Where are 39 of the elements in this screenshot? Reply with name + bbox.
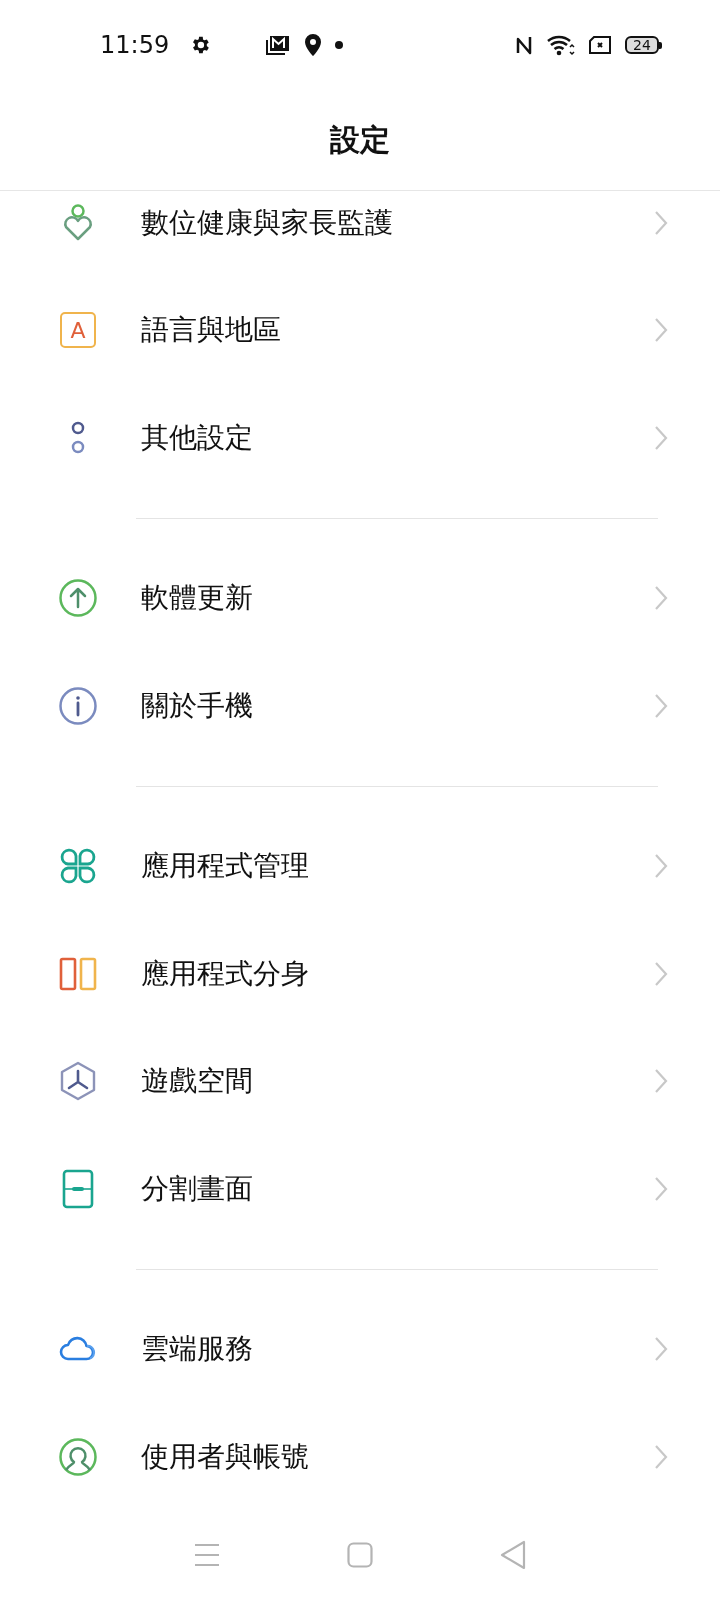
chevron-icon — [654, 1336, 668, 1363]
mail-icon — [265, 34, 292, 56]
chevron-icon — [654, 1443, 668, 1470]
chevron-icon — [654, 209, 668, 236]
chevron-icon — [654, 960, 668, 987]
settings-item[interactable]: 軟體更新 — [0, 544, 720, 652]
chevron-icon — [654, 1068, 668, 1095]
back-icon[interactable] — [500, 1540, 527, 1570]
settings-item[interactable]: 應用程式分身 — [0, 920, 720, 1028]
chevron-icon — [654, 317, 668, 344]
info-icon — [58, 685, 98, 726]
status-time: 11:59 — [100, 31, 170, 59]
upload-icon — [58, 578, 98, 619]
dot-icon — [335, 41, 344, 49]
settings-item[interactable]: 關於手機 — [0, 652, 720, 760]
chevron-icon — [654, 424, 668, 451]
chevron-icon — [654, 853, 668, 880]
settings-item[interactable]: 應用程式管理 — [0, 812, 720, 920]
settings-item[interactable]: 其他設定 — [0, 384, 720, 492]
hexagon-icon — [58, 1061, 98, 1102]
menu-icon[interactable] — [193, 1543, 220, 1567]
wifi-icon — [547, 34, 575, 56]
battery-icon: 24 — [625, 36, 662, 54]
settings-item[interactable]: 使用者與帳號 — [0, 1403, 720, 1510]
settings-item[interactable]: 遊戲空間 — [0, 1027, 720, 1135]
sim-icon — [589, 36, 611, 54]
user-icon — [58, 1436, 98, 1477]
settings-item[interactable]: A 語言與地區 — [0, 276, 720, 384]
chevron-icon — [654, 585, 668, 612]
nfc-icon — [515, 34, 533, 56]
settings-item[interactable]: 數位健康與家長監護 — [0, 191, 720, 277]
settings-item[interactable]: 分割畫面 — [0, 1135, 720, 1243]
language-icon: A — [60, 312, 96, 349]
chevron-icon — [654, 1175, 668, 1202]
settings-item[interactable]: 雲端服務 — [0, 1295, 720, 1403]
home-icon[interactable] — [347, 1542, 373, 1568]
page-title: 設定 — [330, 120, 390, 159]
chevron-icon — [654, 692, 668, 719]
location-icon — [305, 34, 322, 56]
